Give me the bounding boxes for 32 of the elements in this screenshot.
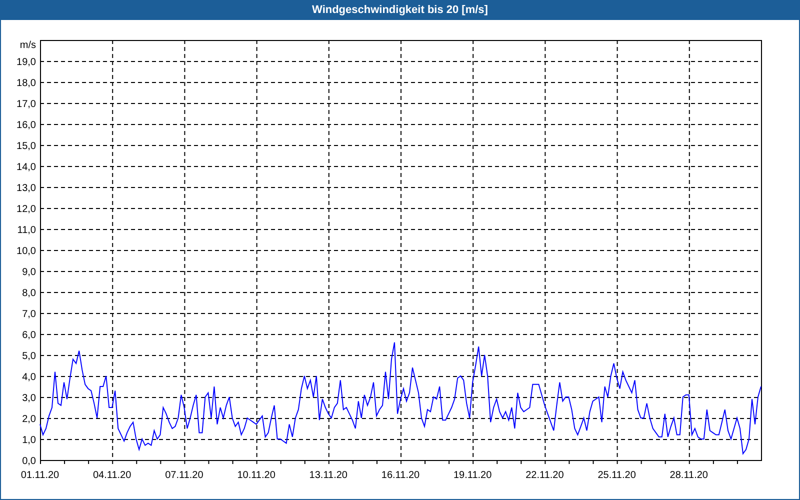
x-tick-label: 13.11.20 [309, 470, 348, 481]
x-tick-label: 28.11.20 [670, 470, 708, 481]
y-tick-label: 9,0 [22, 267, 36, 278]
x-tick-label: 01.11.20 [20, 470, 60, 481]
y-tick-label: 4,0 [22, 372, 36, 383]
y-tick-label: 13,0 [16, 183, 36, 194]
y-tick-label: 12,0 [16, 204, 36, 215]
y-tick-label: 18,0 [16, 78, 36, 89]
window-title: Windgeschwindigkeit bis 20 [m/s] [312, 2, 488, 18]
x-tick-label: 22.11.20 [526, 470, 564, 481]
y-tick-label: 2,0 [22, 414, 36, 425]
y-tick-label: 3,0 [22, 393, 36, 404]
y-tick-label: 11,0 [17, 225, 36, 236]
y-tick-label: 5,0 [22, 351, 36, 362]
y-axis-title: m/s [20, 40, 36, 51]
y-tick-label: 16,0 [16, 120, 36, 131]
y-tick-label: 17,0 [16, 99, 36, 110]
y-tick-label: 15,0 [16, 141, 36, 152]
x-tick-label: 16.11.20 [381, 470, 420, 481]
y-tick-label: 6,0 [22, 330, 36, 341]
y-tick-label: 1,0 [22, 435, 36, 446]
x-tick-label: 04.11.20 [93, 470, 132, 481]
x-tick-label: 25.11.20 [598, 470, 636, 481]
y-tick-label: 14,0 [16, 162, 36, 173]
y-tick-label: 7,0 [22, 309, 36, 320]
x-tick-label: 10.11.20 [237, 470, 276, 481]
y-tick-label: 0,0 [22, 456, 36, 467]
x-tick-label: 19.11.20 [454, 470, 492, 481]
y-tick-label: 19,0 [16, 57, 36, 68]
y-tick-label: 10,0 [16, 246, 36, 257]
x-tick-label: 07.11.20 [165, 470, 204, 481]
y-tick-label: 8,0 [22, 288, 36, 299]
